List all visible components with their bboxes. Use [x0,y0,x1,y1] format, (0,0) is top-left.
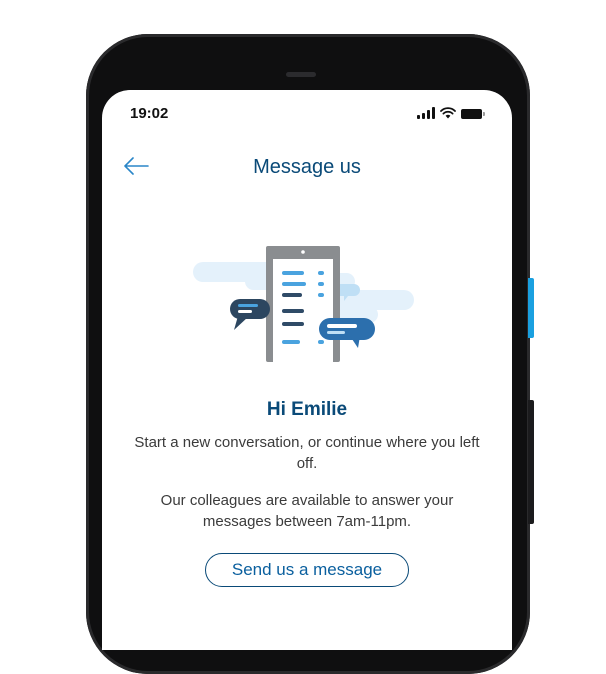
page-title: Message us [253,156,361,178]
side-button-power[interactable] [528,400,534,524]
phone-chat-illustration [193,246,414,362]
speaker-grille [286,72,316,77]
battery-icon [461,109,485,119]
phone-screen: 19:02 Message us Hi Emilie Start a new c… [102,90,512,650]
status-time: 19:02 [130,105,169,122]
availability-text: Our colleagues are available to answer y… [160,492,454,530]
send-message-button[interactable]: Send us a message [205,553,409,587]
status-icons [417,107,485,119]
intro-text: Start a new conversation, or continue wh… [134,434,480,472]
signal-icon [417,107,435,119]
side-button-assistant[interactable] [528,278,534,338]
greeting-heading: Hi Emilie [266,399,348,420]
wifi-icon [440,107,456,119]
